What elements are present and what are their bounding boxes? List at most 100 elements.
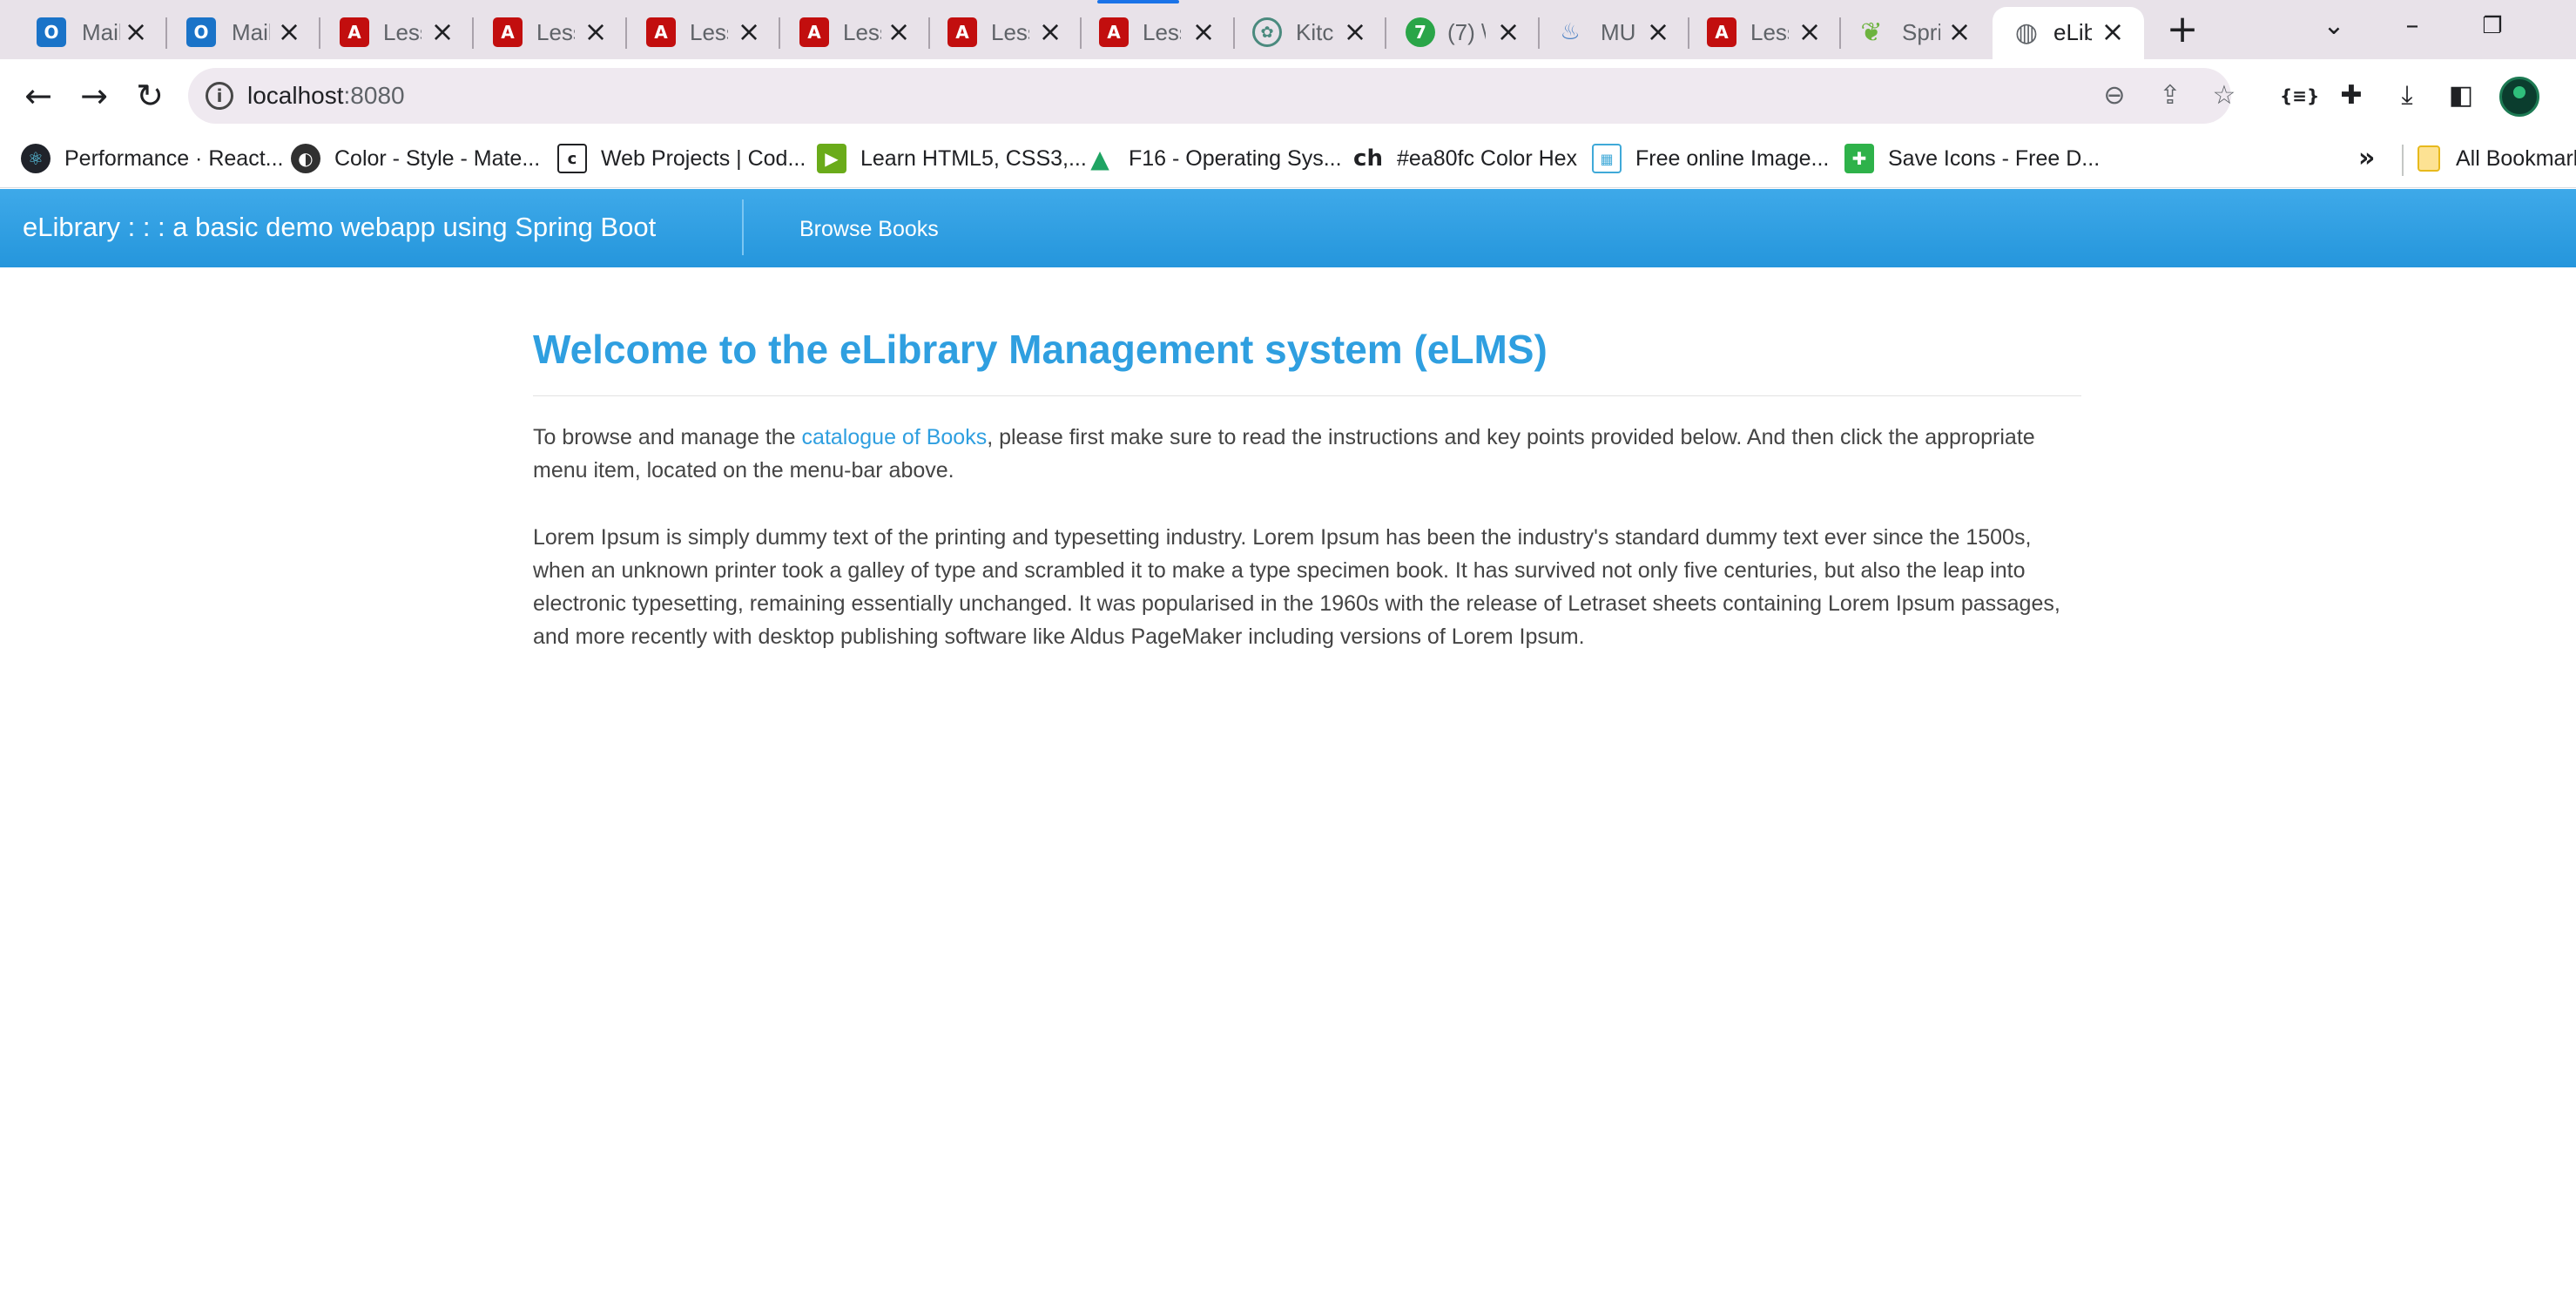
tab-mu[interactable]: ♨ MU × — [1540, 7, 1689, 59]
close-icon[interactable]: × — [580, 15, 611, 48]
app-brand[interactable]: eLibrary : : : a basic demo webapp using… — [23, 212, 656, 243]
outlook-icon: O — [37, 17, 66, 47]
close-icon[interactable]: × — [733, 15, 765, 48]
main-content: Welcome to the eLibrary Management syste… — [533, 322, 2081, 653]
close-icon[interactable]: × — [883, 15, 914, 48]
pdf-icon: A — [646, 17, 676, 47]
close-icon[interactable]: × — [120, 15, 152, 48]
intro-text-before: To browse and manage the — [533, 425, 802, 449]
tab-title: Less — [383, 19, 421, 45]
tab-title: Less — [1750, 19, 1789, 45]
site-info-icon[interactable]: i — [206, 82, 233, 110]
bookmark-label: Color - Style - Mate... — [334, 145, 541, 171]
tab-mail-1[interactable]: O Mail × — [7, 7, 167, 59]
restore-icon[interactable]: ❐ — [2475, 9, 2510, 44]
tab-title: Less — [690, 19, 728, 45]
new-tab-button[interactable]: + — [2165, 10, 2200, 49]
bookmarks-overflow-icon[interactable]: » — [2358, 143, 2375, 173]
lorem-paragraph: Lorem Ipsum is simply dummy text of the … — [533, 525, 2060, 649]
address-bar[interactable]: i localhost:8080 ⊖ ⇪ ☆ — [188, 68, 2235, 124]
tab-pdf-1[interactable]: A Less × — [320, 7, 474, 59]
tab-whatsapp[interactable]: 7 (7) \ × — [1386, 7, 1540, 59]
back-arrow-icon[interactable]: ← — [17, 75, 59, 117]
download-icon[interactable]: ⤓ — [2388, 77, 2426, 115]
react-icon: ⚛ — [21, 144, 51, 173]
tab-pdf-4[interactable]: A Less × — [780, 7, 930, 59]
close-icon[interactable]: × — [1035, 15, 1066, 48]
tab-search-chevron-icon[interactable]: ⌄ — [2316, 9, 2351, 44]
bookmark-f16-os[interactable]: ▲ F16 - Operating Sys... — [1085, 141, 1341, 176]
tab-elibrary[interactable]: ◍ eLib × — [1993, 7, 2144, 59]
chatgpt-icon: ✿ — [1252, 17, 1282, 47]
close-icon[interactable]: × — [1944, 15, 1975, 48]
close-icon[interactable]: × — [1642, 15, 1674, 48]
bookmark-label: Performance · React... — [64, 145, 284, 171]
bookmark-all-bookmarks[interactable]: All Bookmarks — [2418, 141, 2576, 176]
tab-title: (7) \ — [1447, 19, 1486, 45]
bookmark-material-color[interactable]: ◐ Color - Style - Mate... — [291, 141, 540, 176]
address-url[interactable]: localhost:8080 — [247, 82, 405, 110]
extensions-puzzle-icon[interactable]: ✚ — [2332, 77, 2370, 115]
bookmark-colorhexa[interactable]: ch #ea80fc Color Hex — [1353, 141, 1577, 176]
side-panel-icon[interactable]: ◧ — [2442, 77, 2480, 115]
tab-pdf-3[interactable]: A Less × — [627, 7, 780, 59]
tab-pdf-7[interactable]: A Less × — [1689, 7, 1841, 59]
address-port: :8080 — [343, 82, 405, 109]
tab-title: Less — [1143, 19, 1181, 45]
browser-toolbar: ← → ↻ i localhost:8080 ⊖ ⇪ ☆ {≡} ✚ ⤓ ◧ — [0, 59, 2576, 132]
profile-avatar[interactable] — [2499, 77, 2539, 117]
close-icon[interactable]: × — [2097, 15, 2128, 48]
bookmarks-divider — [2402, 145, 2404, 176]
tab-pdf-5[interactable]: A Less × — [930, 7, 1082, 59]
bookmark-image-tool[interactable]: ▦ Free online Image... — [1592, 141, 1829, 176]
tab-pdf-2[interactable]: A Less × — [474, 7, 627, 59]
folder-icon — [2418, 145, 2440, 172]
tab-kitchen[interactable]: ✿ Kitc × — [1235, 7, 1386, 59]
nav-browse-books[interactable]: Browse Books — [799, 217, 939, 242]
pdf-icon: A — [947, 17, 977, 47]
app-navbar: eLibrary : : : a basic demo webapp using… — [0, 189, 2576, 267]
bookmark-learn-html[interactable]: ▶ Learn HTML5, CSS3,... — [817, 141, 1087, 176]
tab-strip-accent — [1097, 0, 1179, 3]
outlook-icon: O — [186, 17, 216, 47]
intro-paragraph: To browse and manage the catalogue of Bo… — [533, 421, 2081, 487]
colorhexa-icon: ch — [1353, 145, 1383, 172]
pdf-icon: A — [1099, 17, 1129, 47]
close-icon[interactable]: × — [1493, 15, 1524, 48]
bookmark-save-icons[interactable]: ✚ Save Icons - Free D... — [1844, 141, 2100, 176]
tab-pdf-6[interactable]: A Less × — [1082, 7, 1235, 59]
bookmark-label: All Bookmarks — [2456, 145, 2576, 171]
bookmark-label: Free online Image... — [1635, 145, 1830, 171]
tab-title: Mail — [232, 19, 270, 45]
catalogue-link[interactable]: catalogue of Books — [802, 425, 988, 449]
bookmark-star-icon[interactable]: ☆ — [2208, 80, 2240, 111]
close-icon[interactable]: × — [427, 15, 458, 48]
pdf-icon: A — [1707, 17, 1736, 47]
close-icon[interactable]: × — [1794, 15, 1825, 48]
zoom-icon[interactable]: ⊖ — [2099, 80, 2130, 111]
tab-title: Kitc — [1296, 19, 1334, 45]
google-drive-icon: ▲ — [1090, 144, 1109, 173]
bookmark-label: Learn HTML5, CSS3,... — [860, 145, 1087, 171]
close-icon[interactable]: × — [1339, 15, 1371, 48]
tab-title: Mail — [82, 19, 120, 45]
pdf-icon: A — [799, 17, 829, 47]
bookmark-label: Web Projects | Cod... — [601, 145, 806, 171]
bookmarks-bar: ⚛ Performance · React... ◐ Color - Style… — [0, 132, 2576, 188]
share-icon[interactable]: ⇪ — [2155, 80, 2186, 111]
tab-title: Less — [991, 19, 1029, 45]
close-icon[interactable]: × — [1188, 15, 1219, 48]
bookmark-codepen[interactable]: c Web Projects | Cod... — [557, 141, 806, 176]
bookmark-react[interactable]: ⚛ Performance · React... — [21, 141, 283, 176]
tab-spring[interactable]: ❦ Spri × — [1841, 7, 1991, 59]
image-icon: ▦ — [1592, 144, 1622, 173]
tab-mail-2[interactable]: O Mail × — [167, 7, 320, 59]
close-icon[interactable]: × — [273, 15, 305, 48]
json-viewer-extension-icon[interactable]: {≡} — [2280, 77, 2319, 115]
java-icon: ♨ — [1560, 19, 1581, 45]
minimize-icon[interactable]: – — [2395, 9, 2430, 44]
reload-icon[interactable]: ↻ — [129, 75, 171, 117]
tab-title: eLib — [2053, 19, 2092, 45]
forward-arrow-icon[interactable]: → — [73, 75, 115, 117]
navbar-divider — [742, 199, 744, 255]
